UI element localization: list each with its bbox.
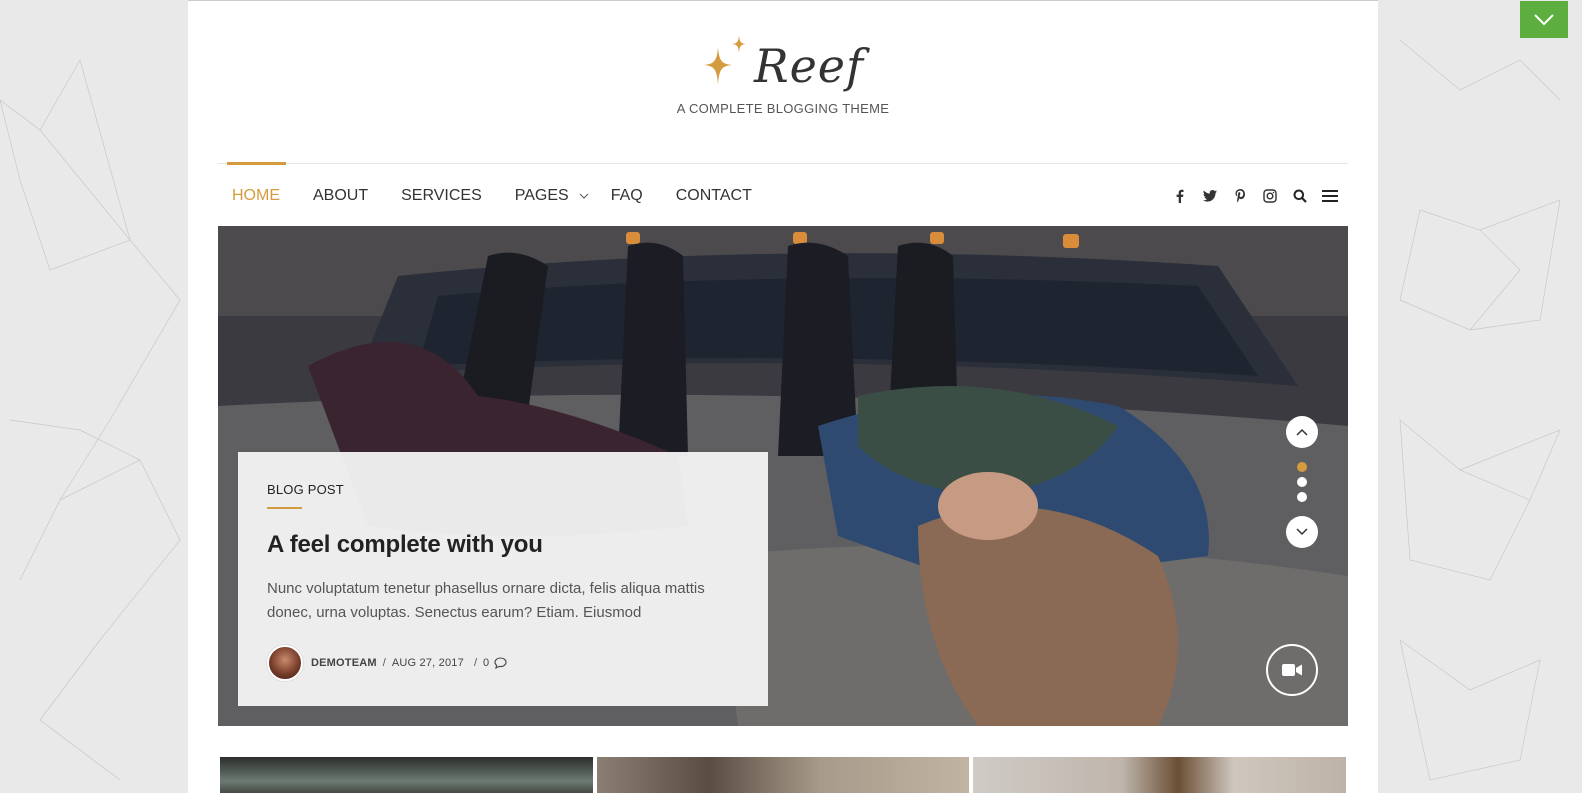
comment-icon[interactable] bbox=[494, 657, 507, 669]
nav-item-home[interactable]: HOME bbox=[227, 162, 286, 227]
post-thumbnails bbox=[220, 757, 1347, 793]
nav-item-faq[interactable]: FAQ bbox=[611, 164, 643, 227]
category-underline bbox=[267, 507, 302, 509]
post-meta: DEMOTEAM / AUG 27, 2017 / 0 bbox=[267, 645, 739, 681]
main-navigation: HOME ABOUT SERVICES PAGES FAQ CONTACT bbox=[218, 162, 1348, 227]
nav-item-pages[interactable]: PAGES bbox=[515, 164, 589, 227]
video-camera-icon bbox=[1282, 664, 1302, 676]
slider-dot-1[interactable] bbox=[1297, 462, 1307, 472]
featured-slider: BLOG POST A feel complete with you Nunc … bbox=[218, 226, 1348, 726]
slider-next-button[interactable] bbox=[1286, 516, 1318, 548]
site-title: Reef bbox=[753, 39, 865, 93]
nav-label: PAGES bbox=[514, 186, 569, 204]
post-category[interactable]: BLOG POST bbox=[267, 482, 739, 497]
meta-separator: / bbox=[382, 657, 386, 669]
nav-label: SERVICES bbox=[401, 186, 482, 204]
facebook-icon[interactable] bbox=[1172, 188, 1188, 204]
sparkle-icon bbox=[703, 35, 746, 85]
chevron-down-icon bbox=[1296, 528, 1308, 536]
post-thumbnail[interactable] bbox=[220, 757, 593, 793]
nav-label: HOME bbox=[232, 186, 280, 204]
slider-controls bbox=[1286, 416, 1318, 548]
search-icon[interactable] bbox=[1292, 188, 1308, 204]
post-title[interactable]: A feel complete with you bbox=[267, 531, 739, 559]
post-thumbnail[interactable] bbox=[596, 757, 970, 793]
chevron-down-icon bbox=[1534, 13, 1554, 25]
pinterest-icon[interactable] bbox=[1232, 188, 1248, 204]
instagram-icon[interactable] bbox=[1262, 188, 1278, 204]
featured-post-card: BLOG POST A feel complete with you Nunc … bbox=[238, 452, 768, 706]
post-thumbnail[interactable] bbox=[973, 757, 1347, 793]
twitter-icon[interactable] bbox=[1202, 188, 1218, 204]
chevron-down-icon bbox=[579, 193, 589, 199]
collapse-toggle-button[interactable] bbox=[1520, 1, 1568, 38]
post-date[interactable]: AUG 27, 2017 bbox=[392, 657, 464, 669]
post-author[interactable]: DEMOTEAM bbox=[311, 657, 377, 669]
slider-pagination bbox=[1297, 462, 1307, 502]
nav-item-services[interactable]: SERVICES bbox=[401, 164, 482, 227]
site-tagline: A COMPLETE BLOGGING THEME bbox=[676, 101, 890, 116]
meta-separator: / bbox=[473, 657, 478, 669]
nav-item-contact[interactable]: CONTACT bbox=[676, 164, 752, 227]
nav-label: CONTACT bbox=[675, 186, 752, 204]
page-container: Reef A COMPLETE BLOGGING THEME HOME ABOU… bbox=[188, 0, 1378, 793]
slider-prev-button[interactable] bbox=[1286, 416, 1318, 448]
social-links bbox=[1172, 164, 1338, 227]
post-comment-count[interactable]: 0 bbox=[483, 657, 489, 669]
menu-icon[interactable] bbox=[1322, 188, 1338, 204]
nav-item-about[interactable]: ABOUT bbox=[313, 164, 368, 227]
nav-label: ABOUT bbox=[313, 186, 369, 204]
author-avatar[interactable] bbox=[267, 645, 303, 681]
chevron-up-icon bbox=[1296, 428, 1308, 436]
slider-dot-2[interactable] bbox=[1297, 477, 1307, 487]
video-play-button[interactable] bbox=[1266, 644, 1318, 696]
nav-label: FAQ bbox=[610, 186, 643, 204]
site-logo[interactable]: Reef bbox=[188, 31, 1378, 91]
post-excerpt: Nunc voluptatum tenetur phasellus ornare… bbox=[267, 580, 705, 621]
slider-dot-3[interactable] bbox=[1297, 492, 1307, 502]
